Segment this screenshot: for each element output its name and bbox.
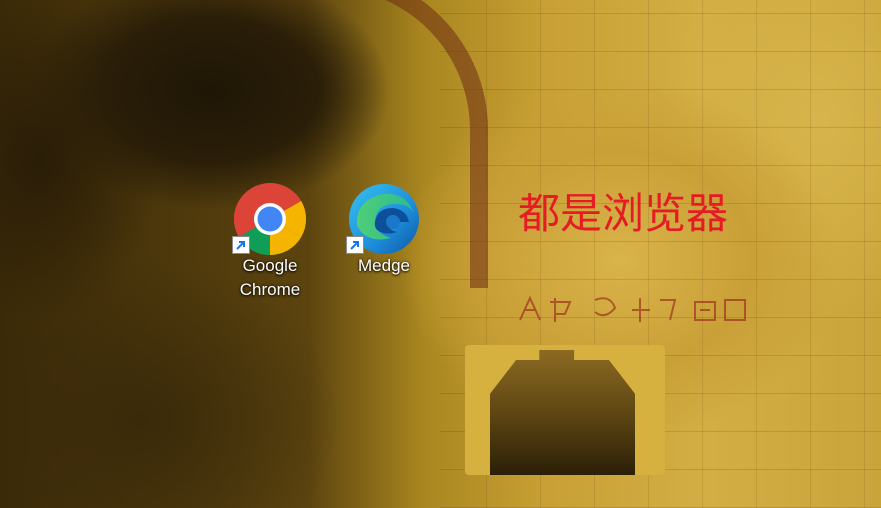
edge-icon (346, 182, 422, 256)
shortcut-arrow-icon (232, 236, 250, 254)
desktop-icon-label: Google Chrome (232, 254, 308, 302)
wallpaper-niche (490, 350, 635, 475)
desktop-background: Google Chrome Medge 都是浏览器 (0, 0, 881, 508)
wallpaper-graffiti (519, 295, 746, 322)
chrome-icon (232, 182, 308, 256)
desktop-icon-label-line1: Google (242, 256, 298, 275)
shortcut-arrow-icon (346, 236, 364, 254)
desktop-icon-label: Medge (358, 256, 410, 275)
desktop-icon-google-chrome[interactable]: Google Chrome (232, 182, 308, 302)
annotation-text: 都是浏览器 (518, 189, 729, 238)
desktop-icon-medge[interactable]: Medge (346, 182, 422, 278)
desktop-icon-label-line2: Chrome (239, 280, 301, 299)
